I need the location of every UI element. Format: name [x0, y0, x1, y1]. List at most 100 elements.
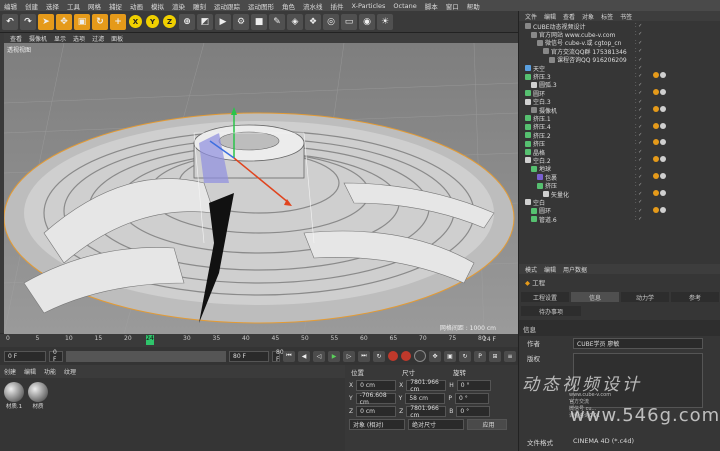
recent-tool-icon[interactable]: + [110, 13, 126, 30]
viewport-menu-item[interactable]: 显示 [54, 34, 66, 43]
play-icon[interactable]: ▶ [328, 350, 340, 362]
rotation-field[interactable]: 0 ° [456, 380, 491, 391]
menu-item[interactable]: 雕刻 [193, 1, 206, 11]
visibility-dots-icon[interactable]: ⁚ ✓ [635, 57, 642, 63]
prev-key-icon[interactable]: ◀ [298, 350, 310, 362]
timeline-ruler[interactable]: 24 24 F 0 5 10 15 20 30 35 40 45 50 55 60 65 70 75 80 [0, 334, 518, 347]
menu-item[interactable]: 创建 [25, 1, 38, 11]
material-item[interactable]: 材质.1 [4, 382, 24, 410]
visibility-dots-icon[interactable]: ⁚ ✓ [635, 115, 642, 121]
material-tag-icon[interactable] [660, 189, 666, 196]
render-settings-icon[interactable]: ⚙ [233, 13, 249, 30]
menu-item[interactable]: 插件 [331, 1, 344, 11]
perspective-viewport[interactable]: 透视视图 网格间距 : 1000 cm [4, 43, 518, 334]
visibility-dots-icon[interactable]: ⁚ ✓ [635, 182, 642, 188]
visibility-dots-icon[interactable]: ⁚ ✓ [635, 157, 642, 163]
visibility-dots-icon[interactable]: ⁚ ✓ [635, 208, 642, 214]
object-menu-item[interactable]: 文件 [525, 12, 537, 21]
go-end-icon[interactable]: ⏭ [358, 350, 370, 362]
material-menu-item[interactable]: 纹理 [64, 367, 76, 376]
menu-item[interactable]: 模拟 [151, 1, 164, 11]
viewport-menu-item[interactable]: 查看 [10, 34, 22, 43]
visibility-dots-icon[interactable]: ⁚ ✓ [635, 166, 642, 172]
material-tag-icon[interactable] [660, 173, 666, 180]
object-menu-item[interactable]: 查看 [563, 12, 575, 21]
viewport-menu-item[interactable]: 过滤 [92, 34, 104, 43]
range-slider[interactable] [66, 350, 226, 362]
material-menu-item[interactable]: 功能 [44, 367, 56, 376]
visibility-dots-icon[interactable]: ⁚ ✓ [635, 107, 642, 113]
loop-icon[interactable]: ↻ [373, 350, 385, 362]
material-menu-item[interactable]: 创建 [4, 367, 16, 376]
object-row[interactable]: 挤压 ⁚ ✓ [519, 181, 720, 190]
phong-tag-icon[interactable] [653, 189, 659, 196]
material-menu-item[interactable]: 编辑 [24, 367, 36, 376]
current-frame-marker[interactable]: 24 [146, 335, 154, 345]
visibility-dots-icon[interactable]: ⁚ ✓ [635, 174, 642, 180]
phong-tag-icon[interactable] [653, 105, 659, 112]
object-menu-item[interactable]: 编辑 [544, 12, 556, 21]
light-icon[interactable]: ☀ [377, 13, 393, 30]
coordinate-system-icon[interactable]: ⊕ [179, 13, 195, 30]
attribute-menu-item[interactable]: 模式 [525, 265, 537, 274]
play-reverse-icon[interactable]: ◁ [313, 350, 325, 362]
apply-button[interactable]: 应用 [467, 419, 507, 430]
material-tag-icon[interactable] [660, 89, 666, 96]
viewport-menu-item[interactable]: 面板 [111, 34, 123, 43]
position-field[interactable]: 0 cm [356, 380, 397, 391]
phong-tag-icon[interactable] [653, 122, 659, 129]
object-row[interactable]: 矢量化 ⁚ ✓ [519, 189, 720, 199]
menu-item[interactable]: 工具 [67, 1, 80, 11]
attribute-tab[interactable]: 待办事项 [521, 306, 581, 316]
visibility-dots-icon[interactable]: ⁚ ✓ [635, 23, 642, 29]
y-axis-lock-button[interactable]: Y [146, 15, 159, 28]
material-item[interactable]: 材质 [28, 382, 48, 410]
object-row[interactable]: 圆弧.3 ⁚ ✓ [519, 81, 720, 89]
pen-icon[interactable]: ✎ [269, 13, 285, 30]
object-row[interactable]: 挤压.2 ⁚ ✓ [519, 131, 720, 140]
phong-tag-icon[interactable] [653, 89, 659, 96]
visibility-dots-icon[interactable]: ⁚ ✓ [635, 73, 642, 79]
menu-item[interactable]: 动画 [130, 1, 143, 11]
visibility-dots-icon[interactable]: ⁚ ✓ [635, 65, 642, 71]
material-tag-icon[interactable] [660, 139, 666, 146]
undo-icon[interactable]: ↶ [2, 13, 18, 30]
object-row[interactable]: 挤压 ⁚ ✓ [519, 139, 720, 148]
go-start-icon[interactable]: ⏮ [283, 350, 295, 362]
start-frame-field[interactable]: 0 F [4, 350, 46, 362]
phong-tag-icon[interactable] [653, 156, 659, 163]
object-menu-item[interactable]: 标签 [601, 12, 613, 21]
end-frame-field[interactable]: 80 F [272, 349, 284, 363]
deformer-icon[interactable]: ◎ [323, 13, 339, 30]
visibility-dots-icon[interactable]: ⁚ ✓ [635, 216, 642, 222]
timeline-menu-icon[interactable]: ≡ [504, 350, 516, 362]
menu-item[interactable]: 帮助 [467, 1, 480, 11]
menu-item[interactable]: 编辑 [4, 1, 17, 11]
scale-key-icon[interactable]: ▣ [444, 350, 456, 362]
attribute-tab[interactable]: 参考 [671, 292, 719, 302]
menu-item[interactable]: 运动跟踪 [214, 1, 240, 11]
object-row[interactable]: 管道.6 ⁚ ✓ [519, 215, 720, 224]
rotation-field[interactable]: 0 ° [456, 406, 491, 417]
menu-item[interactable]: 窗口 [446, 1, 459, 11]
material-tag-icon[interactable] [660, 105, 666, 112]
select-tool-icon[interactable]: ➤ [38, 13, 54, 30]
x-axis-lock-button[interactable]: X [129, 15, 142, 28]
redo-icon[interactable]: ↷ [20, 13, 36, 30]
menu-item[interactable]: Octane [393, 2, 416, 10]
object-menu-item[interactable]: 书签 [620, 12, 632, 21]
record-icon[interactable] [388, 351, 398, 361]
material-tag-icon[interactable] [660, 206, 666, 213]
visibility-dots-icon[interactable]: ⁚ ✓ [635, 199, 642, 205]
phong-tag-icon[interactable] [653, 206, 659, 213]
phong-tag-icon[interactable] [653, 139, 659, 146]
attribute-menu-item[interactable]: 编辑 [544, 265, 556, 274]
material-tag-icon[interactable] [660, 156, 666, 163]
material-tag-icon[interactable] [660, 72, 666, 79]
visibility-dots-icon[interactable]: ⁚ ✓ [635, 191, 642, 197]
preview-end-field[interactable]: 80 F [229, 350, 269, 362]
subdivision-icon[interactable]: ◈ [287, 13, 303, 30]
move-tool-icon[interactable]: ✥ [56, 13, 72, 30]
rotation-key-icon[interactable]: ↻ [459, 350, 471, 362]
visibility-dots-icon[interactable]: ⁚ ✓ [635, 124, 642, 130]
